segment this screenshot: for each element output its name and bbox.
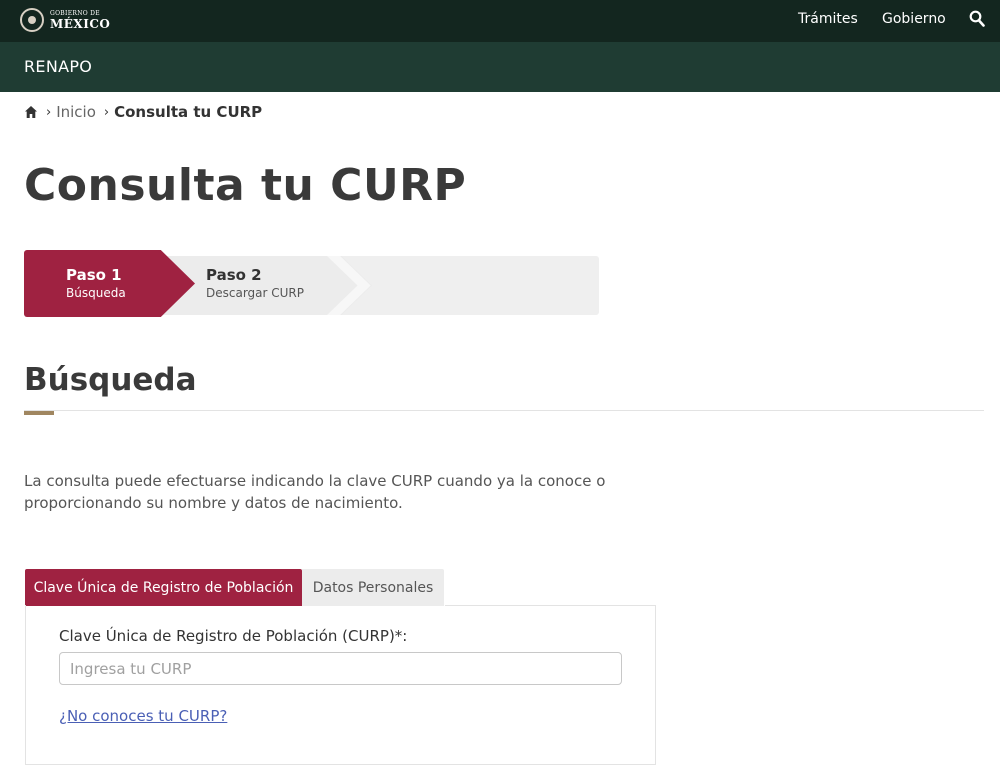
logo-small-text: GOBIERNO DE (50, 9, 100, 17)
section-title: Búsqueda (24, 362, 197, 398)
page-title: Consulta tu CURP (24, 160, 467, 211)
step-1-sublabel: Búsqueda (66, 286, 126, 300)
chevron-right-icon: › (103, 104, 110, 120)
breadcrumb-current: Consulta tu CURP (114, 103, 263, 121)
logo-text: GOBIERNO DE MÉXICO (50, 9, 111, 31)
breadcrumb: › Inicio › Consulta tu CURP (24, 103, 262, 121)
section-divider (24, 410, 984, 411)
national-seal-icon (20, 8, 44, 32)
tab-datos-personales[interactable]: Datos Personales (302, 569, 444, 606)
search-icon[interactable] (969, 10, 985, 28)
no-conoces-curp-link[interactable]: ¿No conoces tu CURP? (59, 707, 227, 725)
curp-input[interactable] (59, 652, 622, 685)
curp-form-panel: Clave Única de Registro de Población (CU… (25, 605, 656, 765)
government-top-bar: GOBIERNO DE MÉXICO Trámites Gobierno (0, 0, 1000, 42)
chevron-right-icon: › (46, 104, 52, 120)
gobierno-de-mexico-logo[interactable]: GOBIERNO DE MÉXICO (20, 5, 110, 35)
home-icon[interactable] (24, 105, 38, 119)
panel-top-border (445, 605, 656, 606)
logo-big-text: MÉXICO (50, 16, 111, 31)
breadcrumb-inicio[interactable]: Inicio (56, 103, 96, 121)
renapo-bar: RENAPO (0, 42, 1000, 92)
progress-stepper: Paso 1 Búsqueda Paso 2 Descargar CURP (24, 250, 599, 317)
step-2-sublabel: Descargar CURP (206, 286, 305, 300)
curp-field-label: Clave Única de Registro de Población (CU… (59, 627, 408, 645)
search-description: La consulta puede efectuarse indicando l… (24, 472, 606, 512)
tab-clave-curp[interactable]: Clave Única de Registro de Población (25, 569, 302, 606)
section-accent-bar (24, 411, 54, 415)
nav-link-tramites[interactable]: Trámites (798, 11, 858, 27)
step-1-label: Paso 1 (66, 266, 122, 284)
step-2-label: Paso 2 (206, 266, 262, 284)
nav-link-gobierno[interactable]: Gobierno (882, 11, 946, 27)
renapo-title[interactable]: RENAPO (24, 57, 92, 76)
